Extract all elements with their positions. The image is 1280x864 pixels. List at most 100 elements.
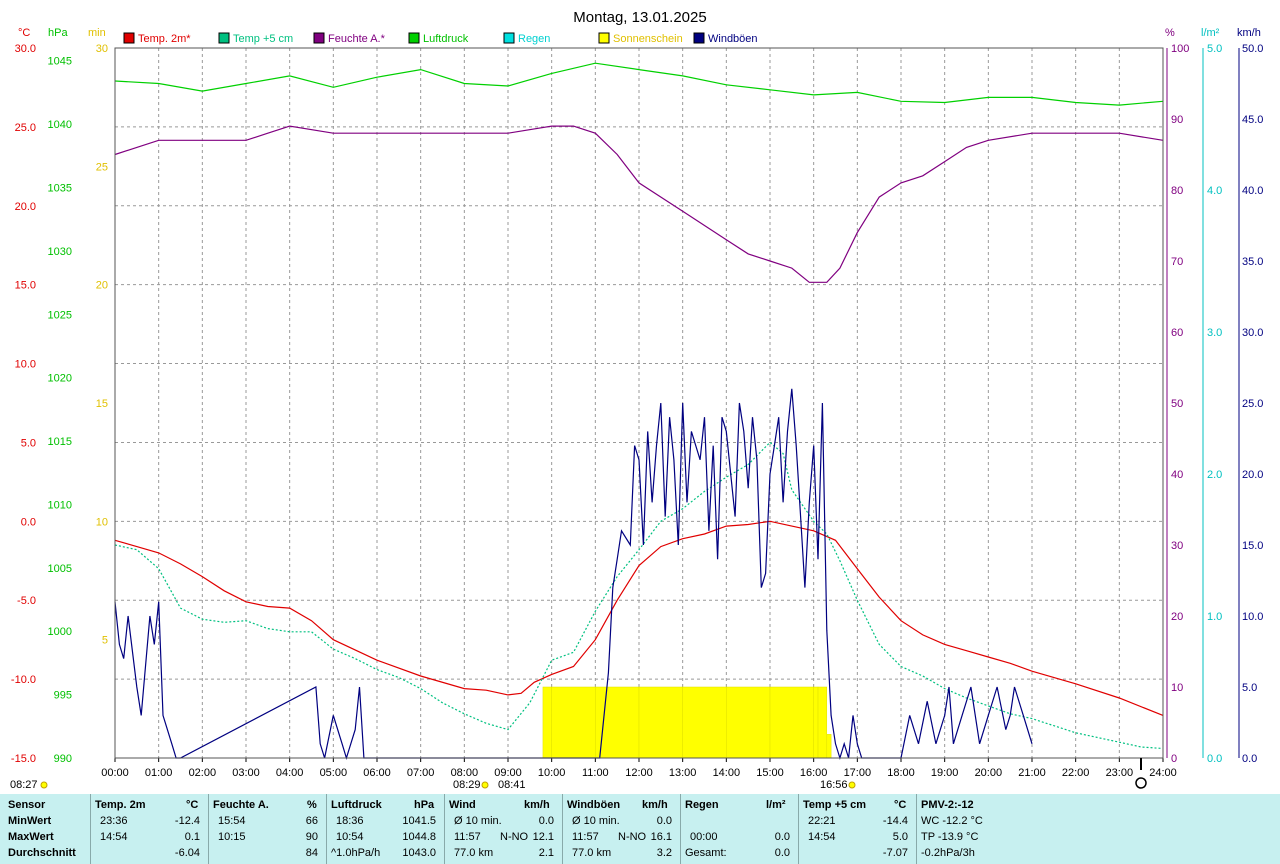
rain-value: 0.0 (774, 831, 790, 843)
legend-label-pressure: Luftdruck (423, 33, 469, 45)
row-label-min: MinWert (8, 815, 52, 827)
header-temp5cm: Temp +5 cm (803, 799, 867, 811)
tick-label-wind: 0.0 (1242, 753, 1257, 765)
tick-label-temp: 25.0 (15, 122, 36, 134)
unit-sun: min (88, 27, 106, 39)
tick-label-pressure: 1030 (48, 246, 72, 258)
sunshine-bar (813, 686, 819, 759)
header-sensor: Sensor (8, 799, 46, 811)
tick-label-temp: -10.0 (11, 674, 36, 686)
tick-label-time: 16:00 (800, 767, 828, 779)
gust-max-direction: N-NO (618, 831, 647, 843)
tick-label-wind: 10.0 (1242, 611, 1263, 623)
tick-label-pressure: 995 (54, 690, 72, 702)
header-temp5cm-unit: °C (894, 799, 907, 811)
tick-label-sun: 30 (96, 43, 108, 55)
sunshine-bar (769, 686, 814, 759)
legend-label-temp5cm: Temp +5 cm (233, 33, 293, 45)
gust-avg-value: 3.2 (656, 847, 672, 859)
legend-swatch-temp5cm (218, 32, 230, 44)
temp-max-time: 14:54 (100, 831, 128, 843)
tick-label-temp: -15.0 (11, 753, 36, 765)
tick-label-pressure: 1015 (48, 436, 72, 448)
sunrise-time: 08:27 (10, 779, 38, 791)
legend-swatch-gust (693, 32, 705, 44)
header-gust: Windböen (567, 799, 621, 811)
header-humidity: Feuchte A. (213, 799, 269, 811)
header-temp-unit: °C (186, 799, 199, 811)
tick-label-time: 14:00 (713, 767, 741, 779)
t5-avg-value: -7.07 (882, 847, 908, 859)
tick-label-humidity: 50 (1171, 398, 1183, 410)
sunset-icon (848, 781, 856, 789)
rain-total-label: Gesamt: (685, 847, 727, 859)
row-label-avg: Durchschnitt (8, 847, 76, 859)
tick-label-rain: 1.0 (1207, 611, 1222, 623)
tick-label-pressure: 1025 (48, 309, 72, 321)
summary-divider (208, 794, 209, 864)
header-pmv: PMV-2:-12 (921, 799, 974, 811)
unit-wind: km/h (1237, 27, 1261, 39)
press-min-value: 1041.5 (402, 815, 436, 827)
tick-label-pressure: 1035 (48, 182, 72, 194)
header-rain: Regen (685, 799, 719, 811)
tick-label-wind: 30.0 (1242, 327, 1263, 339)
tick-label-time: 19:00 (931, 767, 959, 779)
tick-label-humidity: 30 (1171, 540, 1183, 552)
header-temp: Temp. 2m (95, 799, 146, 811)
tick-label-time: 22:00 (1062, 767, 1090, 779)
hum-avg-value: 84 (305, 847, 318, 859)
press-max-value: 1044.8 (402, 831, 436, 843)
pmv-windchill: WC -12.2 °C (921, 815, 983, 827)
press-trend: ^1.0hPa/h (331, 847, 381, 859)
t5-max-value: 5.0 (892, 831, 908, 843)
sunshine-bar (595, 686, 640, 759)
temp-min-value: -12.4 (174, 815, 200, 827)
wind-max-time: 11:57 (454, 831, 481, 843)
tick-label-pressure: 1020 (48, 373, 72, 385)
sunshine-bar (682, 686, 727, 759)
rain-total-value: 0.0 (774, 847, 790, 859)
temp-max-value: 0.1 (184, 831, 200, 843)
temp-avg-value: -6.04 (174, 847, 200, 859)
tick-label-time: 08:00 (451, 767, 479, 779)
tick-label-time: 11:00 (582, 767, 609, 779)
tick-label-temp: 10.0 (15, 359, 36, 371)
tick-label-time: 17:00 (844, 767, 872, 779)
tick-label-humidity: 80 (1171, 185, 1183, 197)
tick-label-time: 12:00 (625, 767, 653, 779)
tick-label-sun: 5 (102, 635, 108, 647)
tick-label-time: 03:00 (232, 767, 260, 779)
tick-label-temp: 20.0 (15, 201, 36, 213)
tick-label-wind: 25.0 (1242, 398, 1263, 410)
summary-divider (562, 794, 563, 864)
tick-label-rain: 3.0 (1207, 327, 1222, 339)
tick-label-pressure: 1005 (48, 563, 72, 575)
tick-label-sun: 25 (96, 161, 108, 173)
sunshine-bar (826, 734, 832, 759)
hum-min-value: 66 (305, 815, 318, 827)
gust-distance: 77.0 km (572, 847, 612, 859)
t5-max-time: 14:54 (808, 831, 836, 843)
sunrise-icon (40, 781, 48, 789)
tick-label-wind: 20.0 (1242, 469, 1263, 481)
tick-label-pressure: 1000 (48, 626, 72, 638)
summary-divider (680, 794, 681, 864)
unit-pressure: hPa (48, 27, 68, 39)
header-wind-unit: km/h (524, 799, 550, 811)
tick-label-pressure: 1040 (48, 119, 72, 131)
wind-max-value: 12.1 (532, 831, 554, 843)
tick-label-rain: 0.0 (1207, 753, 1222, 765)
tick-label-wind: 50.0 (1242, 43, 1263, 55)
header-wind: Wind (449, 799, 476, 811)
tick-label-time: 10:00 (538, 767, 566, 779)
sunshine-bar (726, 686, 771, 759)
temp-min-time: 23:36 (100, 815, 128, 827)
tick-label-time: 21:00 (1018, 767, 1046, 779)
twilight-start: 08:29 (453, 779, 481, 791)
tick-label-time: 04:00 (276, 767, 304, 779)
tick-label-time: 01:00 (145, 767, 173, 779)
tick-label-pressure: 1010 (48, 499, 72, 511)
tick-label-pressure: 1045 (48, 56, 72, 68)
wind-avg-value: 2.1 (538, 847, 554, 859)
